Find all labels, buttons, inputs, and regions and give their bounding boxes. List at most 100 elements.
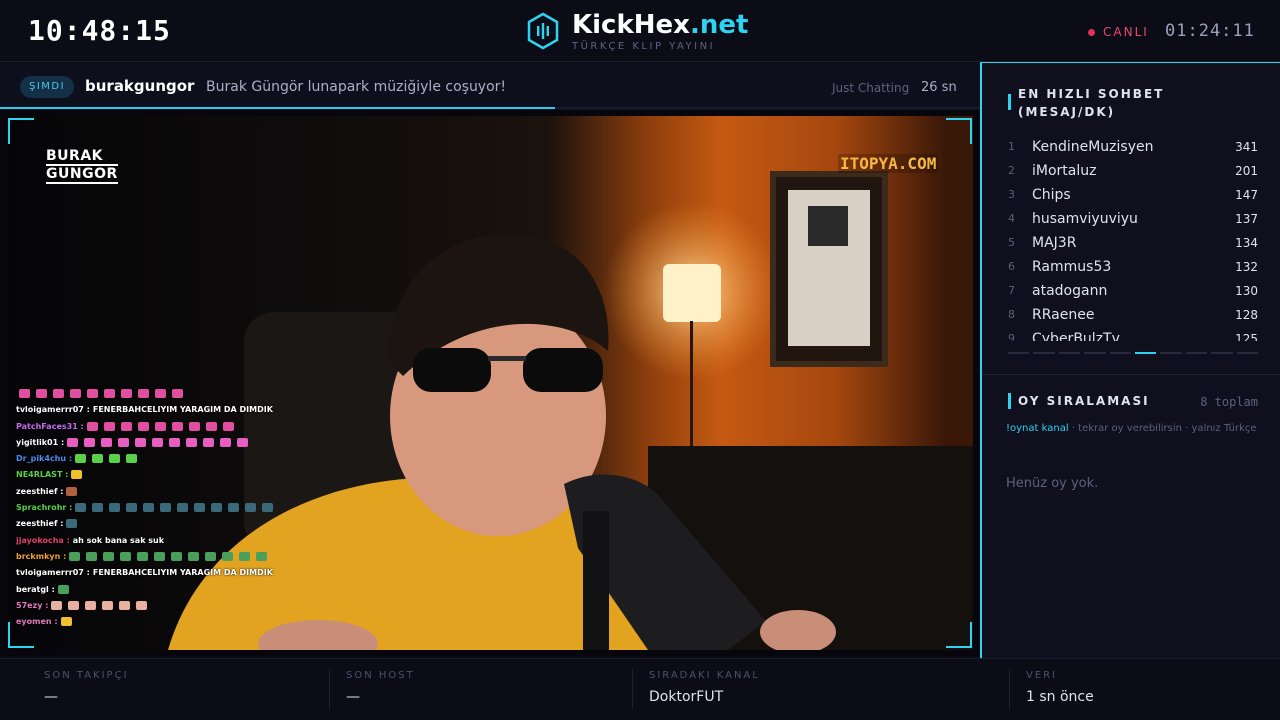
frame-corner-bottom-right [946,622,972,648]
data-label: VERI [1026,670,1058,681]
chat-text: FENERBAHCELIYIM YARAGIM DA DIMDIK [92,405,273,415]
rank-row[interactable]: 4 husamviyuviyu 137 [1008,207,1258,231]
hex-logo-icon [527,12,559,50]
chat-message: zeesthief : [16,516,286,532]
rank-username: CyberBulzTv [1032,331,1120,341]
rank-row[interactable]: 3 Chips 147 [1008,183,1258,207]
chat-username: Sprachrohr : [16,503,73,513]
page-dot[interactable] [1033,352,1055,354]
rank-value: 134 [1235,236,1258,250]
vote-command: !oynat kanal [1006,423,1069,434]
chat-emote-icon [220,437,232,447]
rank-row[interactable]: 6 Rammus53 132 [1008,255,1258,279]
rank-row[interactable]: 5 MAJ3R 134 [1008,231,1258,255]
chat-emote-icon [172,389,183,398]
page-dot[interactable] [1008,352,1030,354]
rank-number: 4 [1008,212,1015,225]
chat-emote-icon [104,389,115,398]
rank-number: 2 [1008,164,1015,177]
rank-row[interactable]: 7 atadogann 130 [1008,279,1258,303]
footer-bar: SON TAKIPÇI — SON HOST — SIRADAKI KANAL … [0,658,1280,720]
chat-message: tvloigamerrr07 : FENERBAHCELIYIM YARAGIM … [16,565,286,581]
section-divider [982,374,1280,375]
chat-username: beratgl : [16,584,55,594]
rank-number: 6 [1008,260,1015,273]
chat-message: brckmkyn : [16,549,286,565]
chat-emote-icon [60,617,72,627]
chat-username: 57ezy : [16,600,49,610]
chat-emote-icon [109,503,121,513]
page-dot[interactable] [1109,352,1132,354]
chat-emote-icon [138,389,149,398]
rank-row[interactable]: 1 KendineMuzisyen 341 [1008,135,1258,159]
chat-emote-icon [66,519,78,529]
chat-emote-icon [75,454,87,464]
rank-number: 9 [1008,332,1015,341]
chat-emote-icon [237,437,249,447]
chat-emote-icon [239,551,251,561]
page-dot[interactable] [1185,352,1208,354]
page-dot[interactable] [1160,352,1182,354]
rank-row[interactable]: 9 CyberBulzTv 125 [1008,327,1258,341]
chat-emote-icon [121,389,132,398]
chat-rank-list[interactable]: 1 KendineMuzisyen 341 2 iMortaluz 201 3 Chips 14… [1008,135,1258,341]
page-dot[interactable] [1135,352,1157,354]
page-dot[interactable] [1211,352,1233,354]
chat-emote-icon [205,421,217,431]
chat-text: FENERBAHCELIYIM YARAGIM DA DIMDIK [92,568,273,578]
now-username[interactable]: burakgungor [85,77,194,95]
chat-emote-icon [222,551,234,561]
chat-emote-icon [86,551,98,561]
page-dot[interactable] [1236,352,1259,354]
vote-total: 8 toplam [1200,395,1258,409]
chat-emote-icon [86,421,98,431]
chat-username: yigitlik01 : [16,437,65,447]
uptime-timer: 01:24:11 [1165,21,1255,41]
chat-emote-icon [92,454,104,464]
rank-username: iMortaluz [1032,163,1097,179]
rank-username: MAJ3R [1032,235,1077,251]
video-player[interactable]: BURAK GUNGOR ITOPYA.COM tvloigamerrr07 :… [0,110,980,656]
chat-username: tvloigamerrr07 : [16,405,90,415]
chat-emote-icon [69,551,81,561]
chat-message: NE4RLAST : [16,467,286,483]
chat-message: yigitlik01 : [16,435,286,451]
live-indicator: CANLI [1088,25,1149,39]
page-dot[interactable] [1084,352,1106,354]
chat-emote-icon [194,503,206,513]
rank-pagination[interactable] [1008,352,1259,355]
brand-subtitle: TÜRKÇE KLIP YAYINI [572,41,716,52]
chat-emote-icon [160,503,172,513]
footer-divider [632,669,633,709]
chat-emote-icon [71,470,83,480]
rank-row[interactable]: 2 iMortaluz 201 [1008,159,1258,183]
rank-number: 3 [1008,188,1015,201]
frame-corner-bottom-left [8,622,34,648]
rank-username: Chips [1032,187,1071,203]
chat-message: tvloigamerrr07 : FENERBAHCELIYIM YARAGIM … [16,402,286,418]
vote-rank-title: OY SIRALAMASI [1018,394,1150,408]
rank-username: KendineMuzisyen [1032,139,1154,155]
chat-emote-icon [92,503,104,513]
rank-row[interactable]: 8 RRaenee 128 [1008,303,1258,327]
chat-emote-icon [19,389,30,398]
next-channel-value[interactable]: DoktorFUT [649,689,723,705]
chat-emote-icon [53,389,64,398]
chat-emote-icon [68,600,80,610]
rank-value: 201 [1235,164,1258,178]
chat-emote-icon [245,503,257,513]
rank-username: RRaenee [1032,307,1095,323]
streamer-watermark: BURAK GUNGOR [46,148,118,184]
rank-value: 125 [1235,332,1258,341]
frame-corner-top-left [8,118,34,144]
chat-emote-icon [84,437,96,447]
page-dot[interactable] [1058,352,1081,354]
chat-message [16,386,286,402]
rank-value: 147 [1235,188,1258,202]
last-follower-label: SON TAKIPÇI [44,670,129,681]
now-title: Burak Güngör lunapark müziğiyle coşuyor! [206,79,507,95]
rank-number: 8 [1008,308,1015,321]
vote-empty-message: Henüz oy yok. [1006,476,1099,491]
clip-progress-fill [0,107,555,109]
chat-emote-icon [102,600,114,610]
